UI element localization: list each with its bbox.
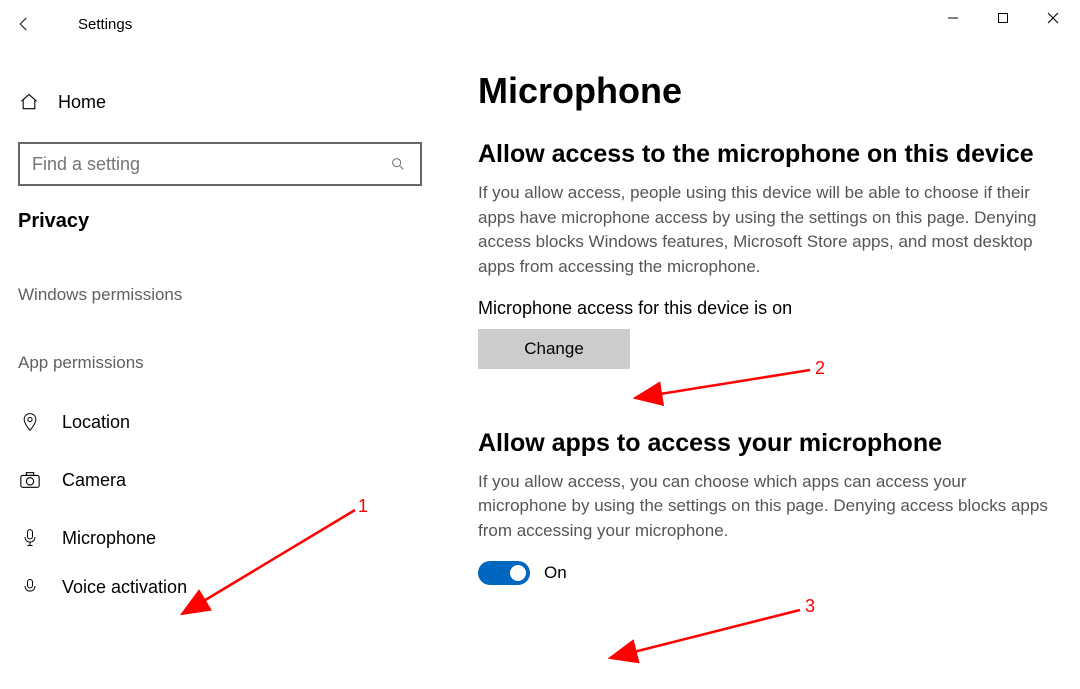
annotation-2: 2	[815, 358, 825, 379]
sidebar: Home Privacy Windows permissions App per…	[0, 0, 440, 689]
page-title: Microphone	[478, 70, 1050, 112]
sidebar-item-voice-activation[interactable]: Voice activation	[0, 567, 440, 607]
search-icon	[388, 156, 408, 172]
sidebar-item-label: Voice activation	[62, 577, 187, 598]
section1-description: If you allow access, people using this d…	[478, 181, 1050, 280]
voice-icon	[18, 577, 42, 597]
group-label-windows-permissions: Windows permissions	[0, 243, 440, 311]
mic-access-status: Microphone access for this device is on	[478, 298, 1050, 319]
annotation-3: 3	[805, 596, 815, 617]
camera-icon	[18, 470, 42, 490]
sidebar-item-microphone[interactable]: Microphone	[0, 509, 440, 567]
sidebar-item-label: Microphone	[62, 528, 156, 549]
search-input[interactable]	[32, 154, 388, 175]
home-nav[interactable]: Home	[0, 80, 440, 124]
sidebar-item-label: Location	[62, 412, 130, 433]
location-icon	[18, 412, 42, 432]
annotation-1: 1	[358, 496, 368, 517]
content-area: Microphone Allow access to the microphon…	[440, 0, 1080, 689]
sidebar-item-location[interactable]: Location	[0, 393, 440, 451]
apps-access-toggle[interactable]	[478, 561, 530, 585]
toggle-state-label: On	[544, 563, 567, 583]
sidebar-item-label: Camera	[62, 470, 126, 491]
current-category: Privacy	[0, 186, 440, 243]
home-label: Home	[58, 92, 106, 113]
section2-heading: Allow apps to access your microphone	[478, 429, 1050, 458]
search-box[interactable]	[18, 142, 422, 186]
home-icon	[18, 92, 40, 112]
sidebar-item-camera[interactable]: Camera	[0, 451, 440, 509]
microphone-icon	[18, 527, 42, 549]
section2-description: If you allow access, you can choose whic…	[478, 470, 1050, 544]
group-label-app-permissions: App permissions	[0, 311, 440, 379]
section1-heading: Allow access to the microphone on this d…	[478, 140, 1050, 169]
change-button[interactable]: Change	[478, 329, 630, 369]
